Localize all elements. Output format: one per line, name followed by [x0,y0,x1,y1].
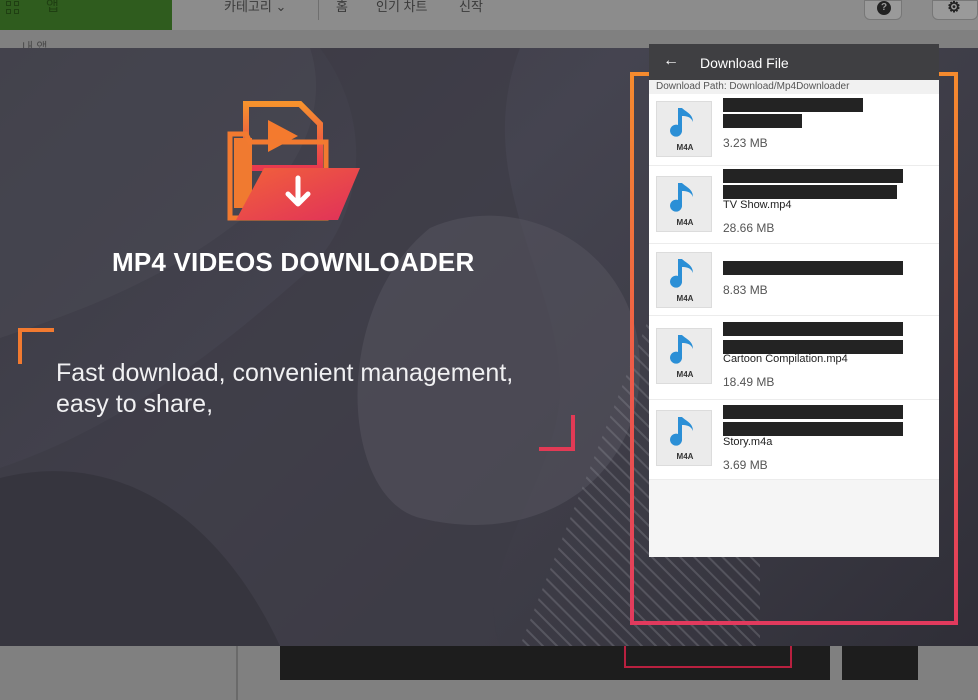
background-screenshot-thumb [842,646,918,680]
file-type-label: M4A [676,294,694,303]
phone-screenshot: ← Download File Download Path: Download/… [649,44,939,557]
music-note-icon [670,259,693,288]
header-title: Download File [700,55,789,71]
redacted-name [723,169,903,183]
audio-file-icon: M4A [656,252,712,308]
file-size: 18.49 MB [723,375,775,389]
audio-file-icon: M4A [656,176,712,232]
redacted-name [723,340,903,354]
arrow-left-icon[interactable]: ← [663,53,679,69]
file-type-label: M4A [676,218,694,227]
app-title: MP4 VIDEOS DOWNLOADER [112,247,475,277]
redacted-name [723,98,863,112]
tagline-line-1: Fast download, convenient management, [56,359,514,387]
settings-button[interactable]: ⚙ [932,0,978,20]
file-size: 28.66 MB [723,221,775,235]
music-note-icon [670,183,693,212]
audio-file-icon: M4A [656,328,712,384]
gear-icon: ⚙ [947,0,961,16]
tagline: Fast download, convenient management, ea… [56,358,556,420]
redacted-name [723,114,802,128]
file-size: 3.69 MB [723,458,768,472]
download-path-text: Download Path: Download/Mp4Downloader [656,81,850,92]
music-note-icon [670,108,693,137]
file-name: Cartoon Compilation.mp4 [723,353,848,365]
nav-new-releases[interactable]: 신작 [459,0,483,15]
nav-divider [318,0,319,20]
download-path-bar: Download Path: Download/Mp4Downloader [649,80,939,94]
nav-top-charts[interactable]: 인기 차트 [376,0,427,15]
file-size: 3.23 MB [723,136,768,150]
redacted-name [723,185,897,199]
tagline-line-2: easy to share, [56,390,214,418]
audio-file-icon: M4A [656,410,712,466]
file-row[interactable]: M4A Cartoon Compilation.mp4 18.49 MB [649,316,939,400]
redacted-name [723,322,903,336]
background-pink-frame [624,646,792,668]
file-type-label: M4A [676,143,694,152]
corner-bracket-top-left [18,328,54,364]
background-divider [236,646,238,700]
file-row[interactable]: M4A TV Show.mp4 28.66 MB [649,166,939,244]
file-type-label: M4A [676,370,694,379]
file-row[interactable]: M4A Story.m4a 3.69 MB [649,400,939,480]
nav-categories[interactable]: 카테고리 ⌄ [224,0,286,15]
file-name: Story.m4a [723,436,773,448]
file-name: TV Show.mp4 [723,199,792,211]
music-note-icon [670,335,693,364]
file-size: 8.83 MB [723,283,768,297]
file-row[interactable]: M4A 8.83 MB [649,244,939,316]
list-empty-area [649,480,939,557]
app-logo-icon [227,101,360,221]
download-file-header: ← Download File [649,44,939,80]
corner-bracket-bottom-right [539,415,575,451]
chevron-down-icon: ⌄ [275,0,287,14]
help-icon: ? [877,1,891,15]
redacted-name [723,261,903,275]
apps-tab[interactable]: 앱 [0,0,172,30]
apps-tab-label: 앱 [46,0,59,14]
file-type-label: M4A [676,452,694,461]
redacted-name [723,405,903,419]
audio-file-icon: M4A [656,101,712,157]
nav-home[interactable]: 홈 [336,0,348,15]
music-note-icon [670,417,693,446]
help-button[interactable]: ? [864,0,902,20]
nav-categories-label: 카테고리 [224,0,272,14]
file-row[interactable]: M4A 3.23 MB [649,94,939,166]
apps-grid-icon [6,1,20,15]
redacted-name [723,422,903,436]
